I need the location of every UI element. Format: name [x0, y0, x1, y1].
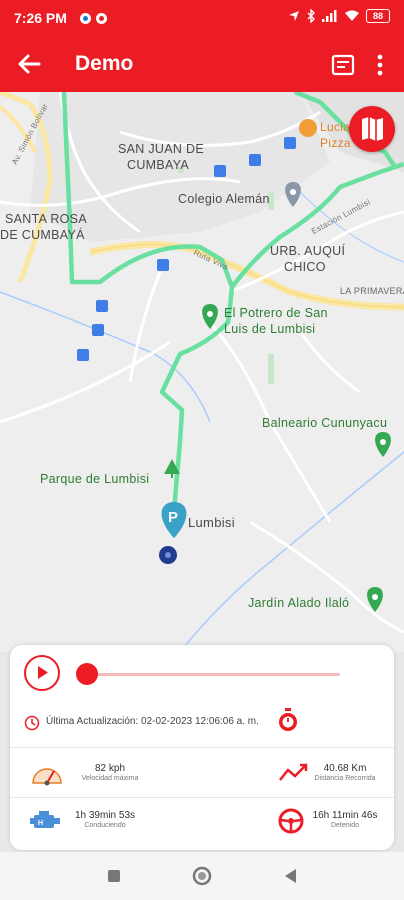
notification-icon [80, 13, 91, 24]
map-type-button[interactable] [349, 106, 395, 152]
home-icon[interactable] [192, 866, 212, 886]
location-icon [289, 11, 299, 21]
map-label-jardin: Jardín Alado Ilaló [248, 596, 350, 610]
map-label-chico: CHICO [284, 260, 326, 274]
status-bar: 7:26 PM 88 [0, 0, 404, 36]
stopwatch-icon[interactable] [275, 707, 301, 733]
distance-value: 40.68 Km [323, 763, 367, 774]
map-label-potrero-2: Luis de Lumbisi [224, 322, 316, 336]
map-label-santa-rosa: SANTA ROSA [5, 212, 87, 226]
signal-icon [322, 10, 337, 22]
list-view-icon[interactable] [330, 52, 356, 78]
divider [10, 797, 394, 798]
recents-icon[interactable] [107, 869, 121, 883]
last-update-value: 02-02-2023 12:06:06 a. m. [141, 716, 259, 727]
distance-label: Distancia Recorrida [314, 775, 376, 782]
max-speed-value: 82 kph [94, 763, 126, 774]
speedometer-icon [32, 768, 62, 786]
battery-icon: 88 [366, 9, 390, 23]
app-bar: Demo [0, 36, 404, 92]
map-label-urb: URB. AUQUÍ [270, 244, 346, 258]
last-update-text: Última Actualización: 02-02-2023 12:06:0… [46, 716, 259, 727]
play-button[interactable] [24, 655, 60, 691]
driving-value: 1h 39min 53s [74, 810, 136, 821]
bluetooth-icon [307, 9, 315, 23]
stopped-label: Detenido [330, 822, 360, 829]
system-nav-bar [0, 852, 404, 900]
map-label-balneario: Balneario Cununyacu [262, 416, 388, 430]
wifi-icon [345, 10, 359, 21]
more-options-icon[interactable] [370, 52, 390, 78]
map-label-pizza: Pizza [320, 136, 351, 150]
divider [10, 747, 394, 748]
driving-label: Conduciendo [84, 822, 126, 829]
stopped-value: 16h 11min 46s [312, 810, 378, 821]
page-title: Demo [75, 52, 134, 75]
svg-text:P: P [168, 509, 178, 526]
last-update-label: Última Actualización: [46, 716, 139, 727]
map-icon [362, 117, 383, 141]
map-label-san-juan: SAN JUAN DE [118, 142, 204, 156]
clock-icon [24, 715, 40, 731]
map-label-colegio: Colegio Alemán [178, 192, 270, 206]
map-label-primavera: LA PRIMAVERA [340, 286, 404, 296]
map-label-lumbisi: Lumbisi [188, 515, 235, 530]
status-icons: 88 [288, 9, 390, 23]
back-nav-icon[interactable] [283, 868, 297, 884]
status-time: 7:26 PM [14, 10, 67, 26]
map-label-de-cumbaya: DE CUMBAYÁ [0, 228, 85, 242]
max-speed-label: Velocidad máxima [81, 775, 139, 782]
play-icon [38, 666, 48, 679]
map-canvas: P [0, 92, 404, 652]
notification-icon-2 [96, 13, 107, 24]
last-update-row: Última Actualización: 02-02-2023 12:06:0… [24, 711, 380, 735]
playback-slider-thumb[interactable] [76, 663, 98, 685]
playback-slider-track[interactable] [88, 673, 340, 676]
map-label-lucia: Lucia [320, 120, 351, 134]
map-label-potrero-1: El Potrero de San [224, 306, 328, 320]
map-label-cumbaya: CUMBAYA [127, 158, 190, 172]
back-arrow-icon[interactable] [14, 50, 44, 78]
trip-panel: Última Actualización: 02-02-2023 12:06:0… [10, 645, 394, 850]
map-label-parque: Parque de Lumbisi [40, 472, 150, 486]
map-view[interactable]: P SAN JUAN DE CUMBAYA SANTA ROSA DE CUMB… [0, 92, 404, 652]
svg-text:H: H [38, 820, 43, 827]
